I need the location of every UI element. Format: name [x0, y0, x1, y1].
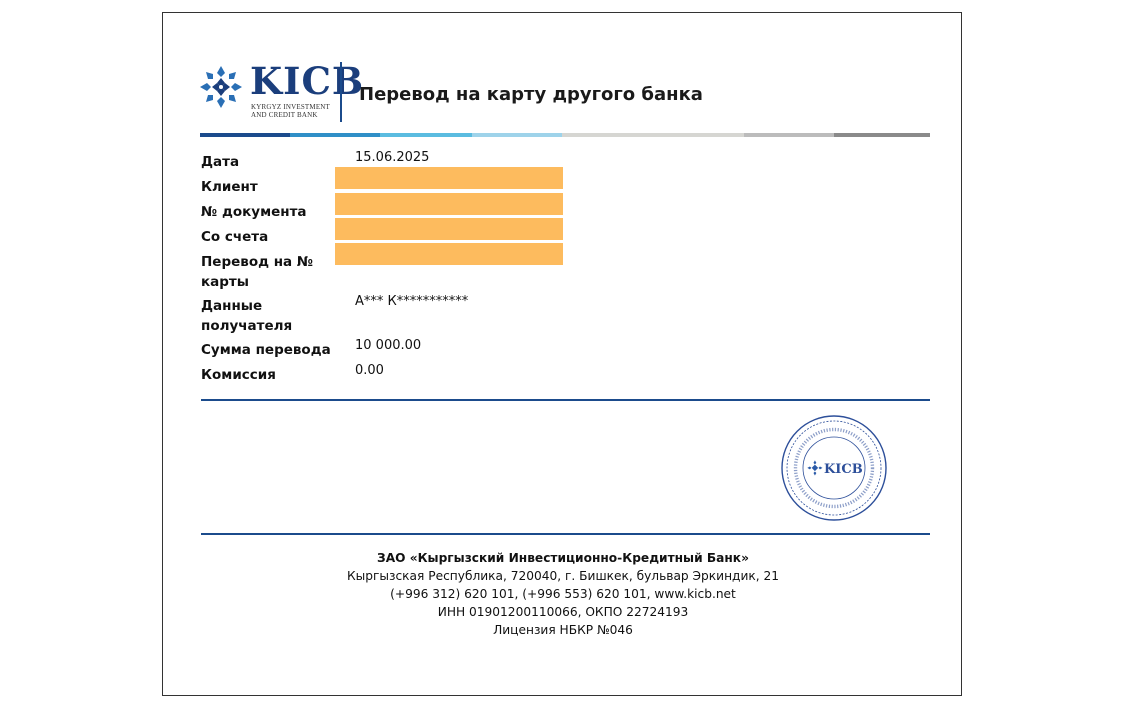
- commission-label: Комиссия: [201, 367, 276, 383]
- kicb-star-icon: [200, 66, 242, 108]
- document-number-label: № документа: [201, 204, 307, 220]
- section-rule-top: [201, 399, 930, 401]
- section-rule-bottom: [201, 533, 930, 535]
- recipient-label: Данные получателя: [201, 298, 293, 334]
- amount-value: 10 000.00: [355, 338, 422, 353]
- footer-company: ЗАО «Кыргызский Инвестиционно-Кредитный …: [377, 551, 749, 565]
- receipt-document: KICB KYRGYZ INVESTMENT AND CREDIT BANK П…: [162, 12, 962, 696]
- document-number-redaction: [335, 193, 563, 215]
- header-color-band: [200, 133, 930, 137]
- bank-stamp: KICB: [781, 415, 887, 521]
- card-number-redaction: [335, 243, 563, 265]
- band-segment: [834, 133, 930, 137]
- document-title: Перевод на карту другого банка: [359, 84, 703, 105]
- band-segment: [380, 133, 472, 137]
- recipient-value: А*** К***********: [355, 294, 469, 309]
- amount-label: Сумма перевода: [201, 342, 331, 358]
- logo-tagline: KYRGYZ INVESTMENT AND CREDIT BANK: [251, 103, 331, 119]
- card-number-label: Перевод на № карты: [201, 254, 314, 290]
- footer-ids: ИНН 01901200110066, ОКПО 22724193: [437, 605, 689, 619]
- footer-address: Кыргызская Республика, 720040, г. Бишкек…: [346, 569, 780, 583]
- band-segment: [562, 133, 744, 137]
- date-value: 15.06.2025: [355, 150, 430, 165]
- band-segment: [472, 133, 562, 137]
- band-segment: [290, 133, 380, 137]
- client-redaction: [335, 167, 563, 189]
- from-account-label: Со счета: [201, 229, 269, 245]
- commission-value: 0.00: [355, 363, 384, 378]
- band-segment: [200, 133, 290, 137]
- logo-wordmark: KICB: [250, 59, 365, 103]
- header-divider: [340, 62, 342, 122]
- footer-license: Лицензия НБКР №046: [493, 623, 633, 637]
- footer-contacts: (+996 312) 620 101, (+996 553) 620 101, …: [390, 587, 736, 601]
- bank-footer: ЗАО «Кыргызский Инвестиционно-Кредитный …: [163, 549, 963, 639]
- date-label: Дата: [201, 154, 240, 170]
- band-segment: [744, 133, 834, 137]
- client-label: Клиент: [201, 179, 258, 195]
- kicb-logo: KICB KYRGYZ INVESTMENT AND CREDIT BANK: [199, 61, 363, 125]
- stamp-brand: KICB: [824, 462, 863, 477]
- from-account-redaction: [335, 218, 563, 240]
